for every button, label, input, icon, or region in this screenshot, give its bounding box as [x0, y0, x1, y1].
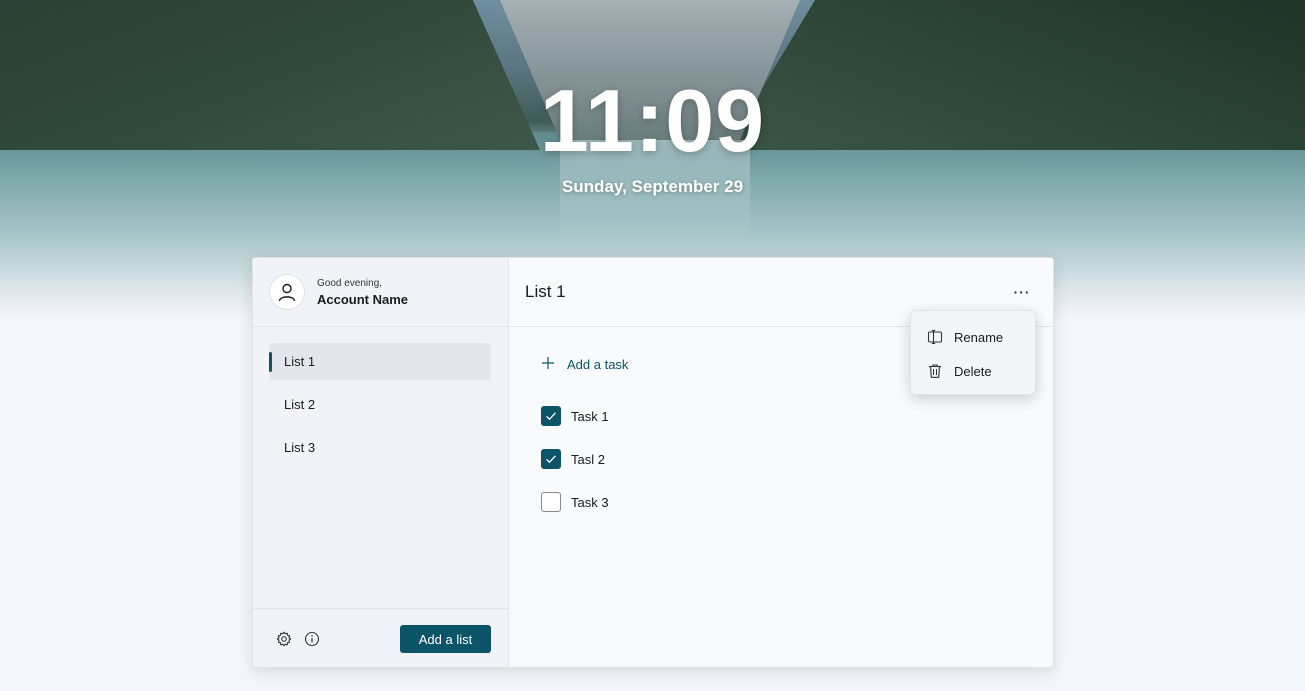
sidebar-item-list-1[interactable]: List 1 — [269, 343, 491, 380]
greeting-text: Good evening, — [317, 277, 383, 289]
clock-date: Sunday, September 29 — [561, 177, 744, 196]
task-checkbox[interactable] — [541, 449, 561, 469]
sidebar-footer: Add a list — [253, 608, 508, 667]
task-list: Task 1 Tasl 2 Task 3 — [541, 406, 609, 535]
add-list-button[interactable]: Add a list — [400, 625, 491, 653]
menu-item-rename[interactable]: Rename — [911, 320, 1035, 354]
sidebar: Good evening, Account Name List 1 List 2… — [253, 258, 509, 667]
task-label: Tasl 2 — [571, 451, 605, 467]
info-button[interactable] — [303, 630, 321, 648]
sidebar-item-list-3[interactable]: List 3 — [269, 429, 491, 466]
menu-item-label: Rename — [954, 329, 1004, 345]
task-checkbox[interactable] — [541, 492, 561, 512]
sidebar-item-list-2[interactable]: List 2 — [269, 386, 491, 423]
add-task-button[interactable]: Add a task — [541, 354, 628, 374]
task-label: Task 1 — [571, 408, 609, 424]
sidebar-item-label: List 2 — [284, 397, 316, 412]
task-checkbox[interactable] — [541, 406, 561, 426]
task-item: Task 3 — [541, 492, 609, 512]
add-task-label: Add a task — [567, 356, 629, 372]
task-item: Tasl 2 — [541, 449, 609, 469]
sidebar-item-label: List 1 — [284, 354, 316, 369]
trash-icon — [926, 362, 944, 380]
person-icon — [278, 283, 296, 302]
account-header: Good evening, Account Name — [253, 258, 508, 327]
check-icon — [546, 455, 556, 464]
task-item: Task 1 — [541, 406, 609, 426]
settings-button[interactable] — [275, 630, 293, 648]
menu-item-delete[interactable]: Delete — [911, 354, 1035, 388]
account-text: Good evening, Account Name — [317, 278, 408, 307]
plus-icon — [541, 354, 555, 374]
list-nav: List 1 List 2 List 3 — [253, 327, 508, 466]
task-label: Task 3 — [571, 494, 609, 510]
sidebar-item-label: List 3 — [284, 440, 316, 455]
gear-icon — [276, 631, 292, 647]
rename-icon — [926, 328, 944, 346]
avatar[interactable] — [269, 274, 305, 310]
info-icon — [304, 631, 320, 647]
account-name: Account Name — [317, 291, 409, 307]
more-options-button[interactable]: ··· — [1009, 283, 1035, 301]
list-title: List 1 — [525, 282, 566, 301]
list-context-menu: Rename Delete — [910, 310, 1036, 395]
clock-time: 11:09 — [539, 71, 766, 170]
check-icon — [546, 412, 556, 421]
more-icon: ··· — [1013, 284, 1031, 300]
selection-indicator — [269, 352, 272, 372]
menu-item-label: Delete — [954, 363, 992, 379]
